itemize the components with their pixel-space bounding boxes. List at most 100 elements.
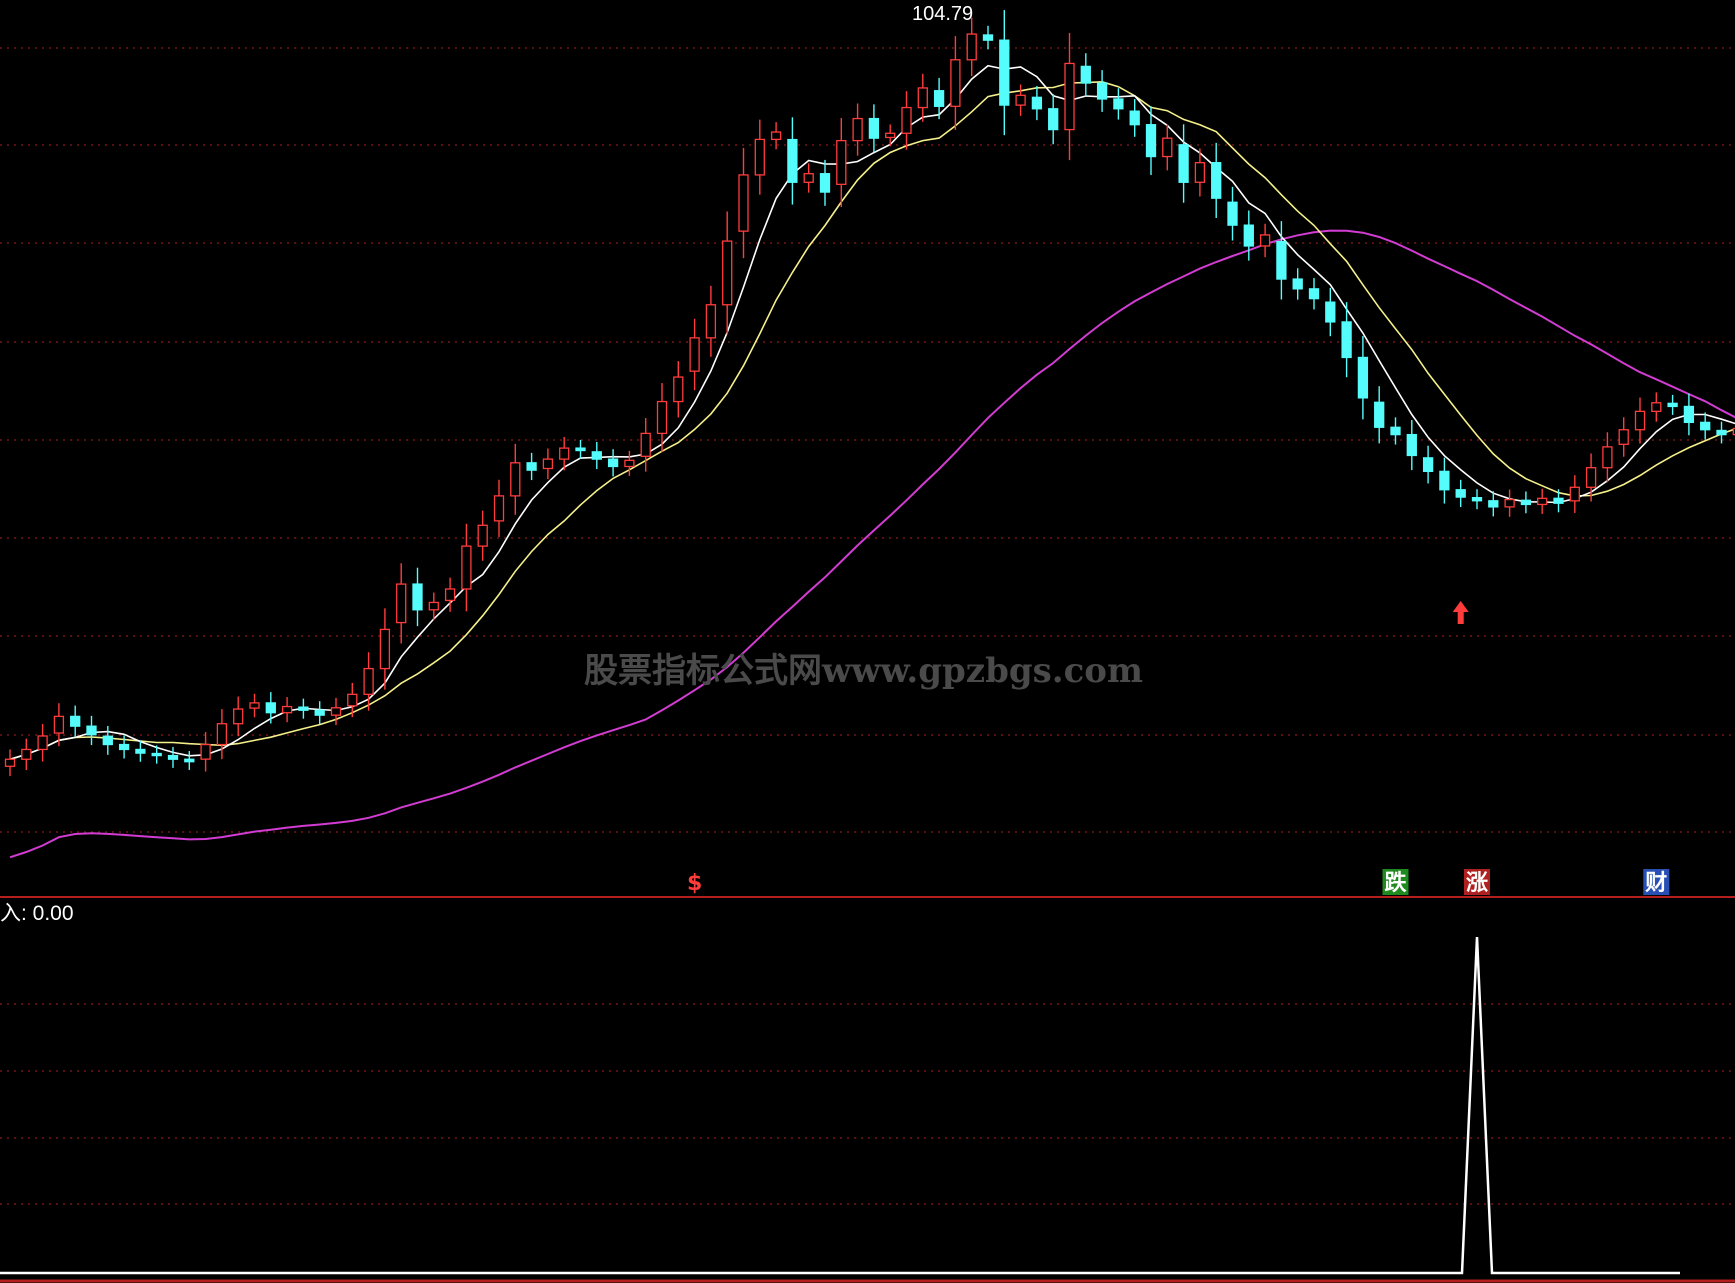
candle-body [151,752,162,757]
candle-body [1471,497,1483,502]
candle-body [656,400,668,435]
indicator-line [0,936,1680,1275]
candle-body [379,628,391,670]
candle [852,103,863,156]
candle-body [526,462,537,471]
signal-markers: $ 跌 涨 财 [687,601,1670,896]
candle-body [1667,402,1678,408]
candle [1129,99,1140,137]
candle [885,124,896,147]
candle [770,122,782,150]
candle [999,10,1010,136]
candle [868,104,880,153]
candle [1422,445,1434,484]
candle [1504,489,1515,517]
candle-body [1129,110,1140,126]
candle-body [738,174,749,232]
signal-marker-label: 涨 [1466,871,1488,896]
candle-body [233,708,244,725]
candle-body [1602,446,1613,469]
candle-body [542,458,554,470]
candle-body [281,705,293,714]
ma60-path [9,229,1735,859]
candle-body [1308,288,1320,300]
candle-body [1488,500,1499,508]
candle [542,448,554,480]
candle-body [265,702,276,714]
candle-body [770,131,782,141]
candle [1325,287,1336,337]
candle-body [559,447,570,460]
candle [461,523,472,612]
candle [640,418,651,472]
candle [1406,419,1417,471]
candle-body [102,735,113,746]
candle-body [966,33,977,61]
candle [722,211,733,335]
candle [200,732,211,772]
candle [1113,88,1124,120]
candle [216,709,228,760]
candle-body [819,173,831,193]
candle [1031,85,1043,121]
candle-body [754,138,765,176]
candle [1618,417,1629,457]
signal-marker-label: 财 [1645,871,1667,896]
candle [1374,386,1385,444]
candle [1259,223,1271,258]
candle [689,318,700,391]
candle [1471,489,1483,510]
stock-chart[interactable]: $ 跌 涨 财 104.79 股票指标公式网www.gpzbgs.com 入: 0.0… [0,0,1735,1283]
candle-body [1374,401,1385,428]
candle-body [1259,234,1271,247]
candle-body [901,106,912,134]
candle [1211,142,1222,218]
candle-body [1243,224,1254,247]
candle [1537,488,1548,514]
candle-body [70,715,81,727]
candle-body [1700,421,1711,431]
candle-body [803,173,814,183]
candle-body [787,138,798,183]
candle-body [673,376,684,403]
peak-price-label: 104.79 [912,3,973,25]
candle-body [1537,497,1548,506]
candle-body [1145,124,1157,158]
candle-body [950,59,961,107]
candle [1064,32,1075,161]
candle [281,697,293,723]
candle-body [135,748,146,754]
candle-body [330,707,342,716]
candle [1227,186,1238,241]
candle [249,693,260,718]
candle [933,77,945,120]
candle [1569,475,1580,513]
candle [1651,392,1662,422]
candle-body [1439,470,1450,491]
candle-body [249,702,260,709]
candle-body [1276,240,1287,280]
candle [1683,393,1695,436]
candle-body [1716,429,1727,436]
candle-body [510,462,521,497]
candle-body [412,583,423,611]
candle-body [1585,467,1597,488]
candle [1178,124,1189,203]
candle-body [640,432,651,457]
candle [917,73,928,122]
candle-body [363,667,374,695]
candle-body [982,34,994,41]
candle-body [1683,405,1695,424]
candle-body [868,117,880,139]
candle [705,285,717,357]
candle-body [118,743,130,751]
watermark: 股票指标公式网www.gpzbgs.com [584,651,1143,691]
candle-body [347,693,358,707]
candle-body [493,495,505,522]
candle-body [1618,429,1629,445]
candle-body [1504,498,1515,508]
candle [1096,70,1108,112]
candle-body [1357,356,1369,399]
candle-body [933,90,945,107]
candle [1667,394,1678,415]
